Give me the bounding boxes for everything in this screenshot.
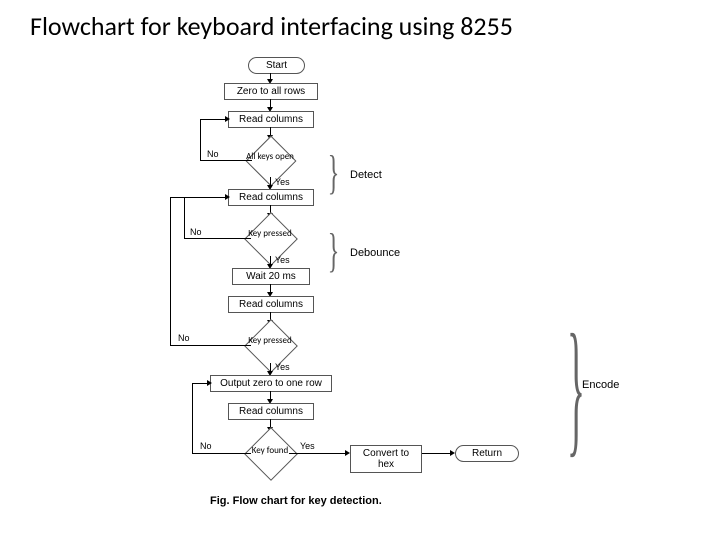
yes-label-2: Yes xyxy=(275,255,290,265)
key-found-node: Key found xyxy=(235,445,305,456)
yes-label-1: Yes xyxy=(275,177,290,187)
no-label-4: No xyxy=(200,441,212,451)
phase-encode: Encode xyxy=(582,379,619,391)
phase-debounce: Debounce xyxy=(350,247,400,259)
brace-detect: } xyxy=(328,145,340,200)
phase-detect: Detect xyxy=(350,169,382,181)
yes-label-4: Yes xyxy=(300,441,315,451)
no-label-3: No xyxy=(178,333,190,343)
read-columns-2-node: Read columns xyxy=(228,189,314,206)
brace-debounce: } xyxy=(328,223,340,278)
flowchart-container: Start Zero to all rows Read columns All … xyxy=(0,55,720,535)
convert-node: Convert to hex xyxy=(350,445,422,473)
page-title: Flowchart for keyboard interfacing using… xyxy=(30,10,513,42)
yes-label-3: Yes xyxy=(275,362,290,372)
output-zero-node: Output zero to one row xyxy=(210,375,332,392)
no-label-2: No xyxy=(190,227,202,237)
start-node: Start xyxy=(248,57,305,74)
return-node: Return xyxy=(455,445,519,462)
read-columns-4-node: Read columns xyxy=(228,403,314,420)
read-columns-1-node: Read columns xyxy=(228,111,314,128)
zero-all-rows-node: Zero to all rows xyxy=(224,83,318,100)
wait-node: Wait 20 ms xyxy=(232,268,310,285)
read-columns-3-node: Read columns xyxy=(228,296,314,313)
figure-caption: Fig. Flow chart for key detection. xyxy=(210,495,382,507)
no-label-1: No xyxy=(207,149,219,159)
